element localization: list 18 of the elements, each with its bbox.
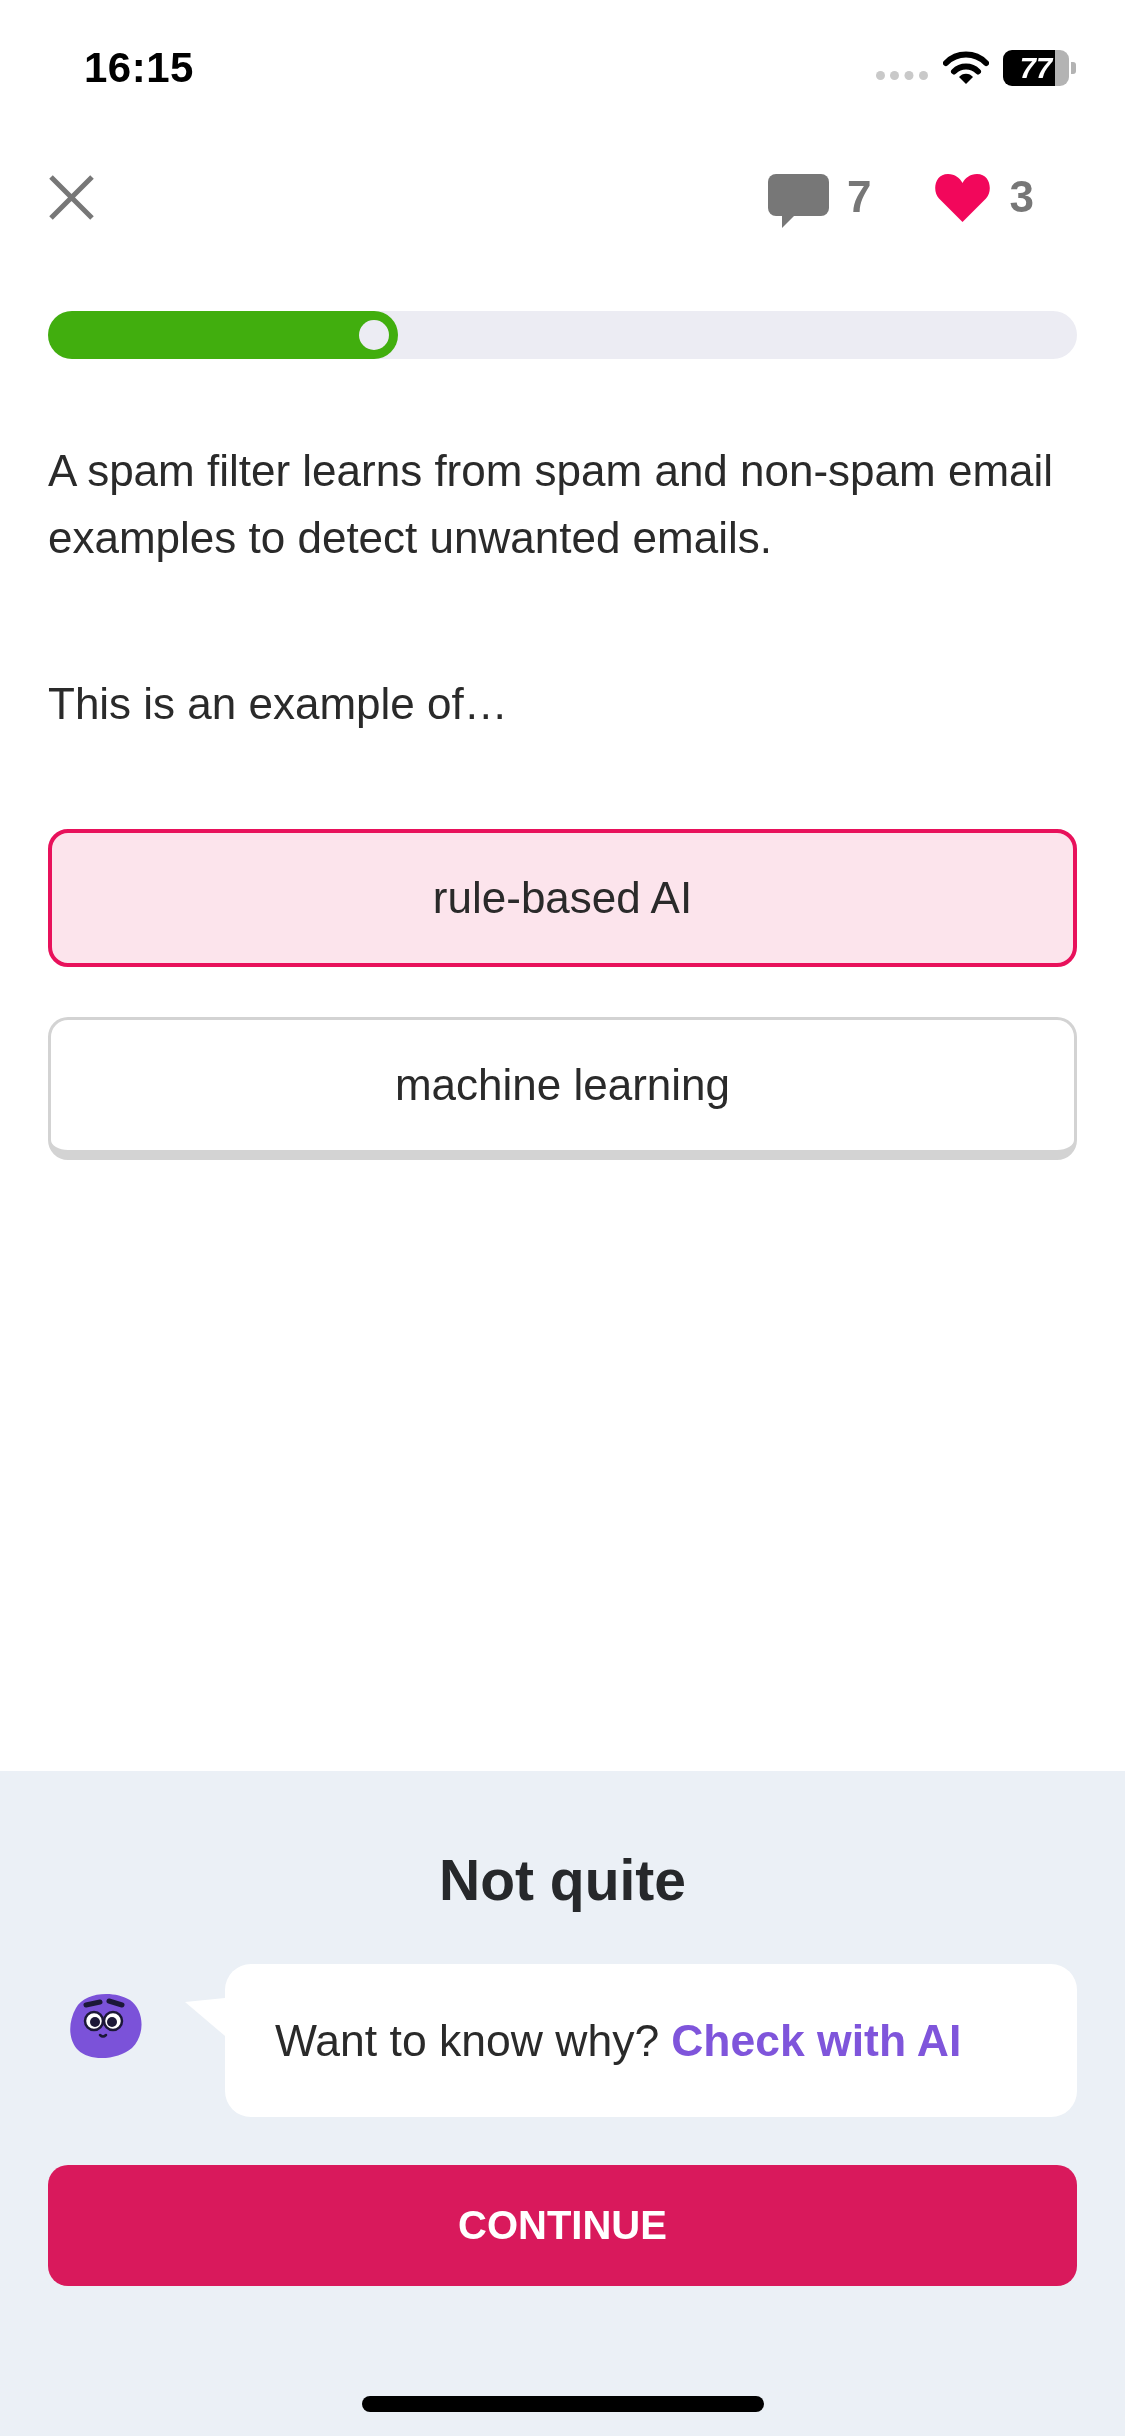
wifi-icon — [943, 51, 989, 85]
close-icon — [48, 173, 95, 221]
hearts-button[interactable]: 3 — [932, 171, 1034, 223]
answer-option[interactable]: machine learning — [48, 1017, 1077, 1160]
answer-option[interactable]: rule-based AI — [48, 829, 1077, 967]
signal-icon — [876, 70, 928, 80]
battery-indicator: 77 — [1003, 50, 1076, 86]
speech-bubble-icon — [768, 174, 830, 228]
prompt-text: This is an example of… — [48, 678, 509, 730]
status-time: 16:15 — [84, 44, 194, 92]
comments-button[interactable]: 7 — [768, 166, 872, 228]
heart-icon — [932, 171, 992, 223]
check-with-ai-link[interactable]: Check with AI — [671, 2015, 962, 2066]
question-text: A spam filter learns from spam and non-spam email examples to detect unwanted emails. — [48, 445, 1055, 564]
continue-button[interactable]: CONTINUE — [48, 2165, 1077, 2286]
close-button[interactable] — [48, 173, 95, 221]
hint-text: Want to know why? — [275, 2015, 660, 2066]
feedback-title: Not quite — [438, 1848, 687, 1912]
